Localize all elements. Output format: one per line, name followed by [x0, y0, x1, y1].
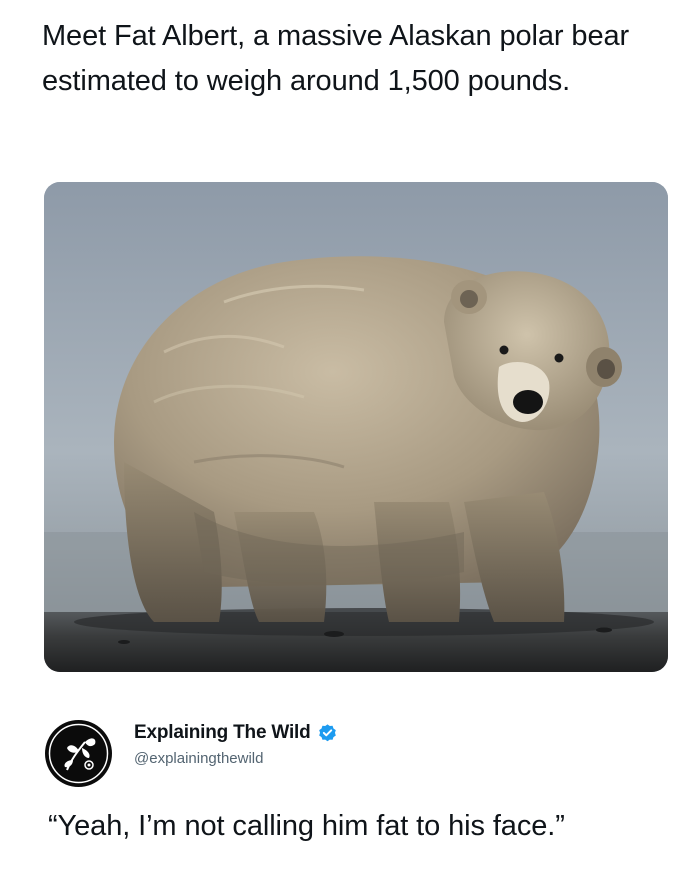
- account-name[interactable]: Explaining The Wild: [134, 722, 311, 744]
- avatar[interactable]: [45, 720, 112, 787]
- leaf-branch-icon: [48, 723, 109, 784]
- post-screenshot: Meet Fat Albert, a massive Alaskan polar…: [0, 0, 700, 875]
- polar-bear-photo: [44, 182, 668, 672]
- account-handle[interactable]: @explainingthewild: [134, 750, 263, 767]
- post-text: Meet Fat Albert, a massive Alaskan polar…: [42, 20, 630, 97]
- quoted-post-text: “Yeah, I’m not calling him fat to his fa…: [48, 810, 565, 842]
- quoted-post[interactable]: Explaining The Wild @explainingthewild “…: [0, 706, 700, 875]
- account-name-row: Explaining The Wild: [134, 722, 338, 744]
- post-image[interactable]: [44, 182, 668, 672]
- verified-badge-icon: [318, 723, 336, 741]
